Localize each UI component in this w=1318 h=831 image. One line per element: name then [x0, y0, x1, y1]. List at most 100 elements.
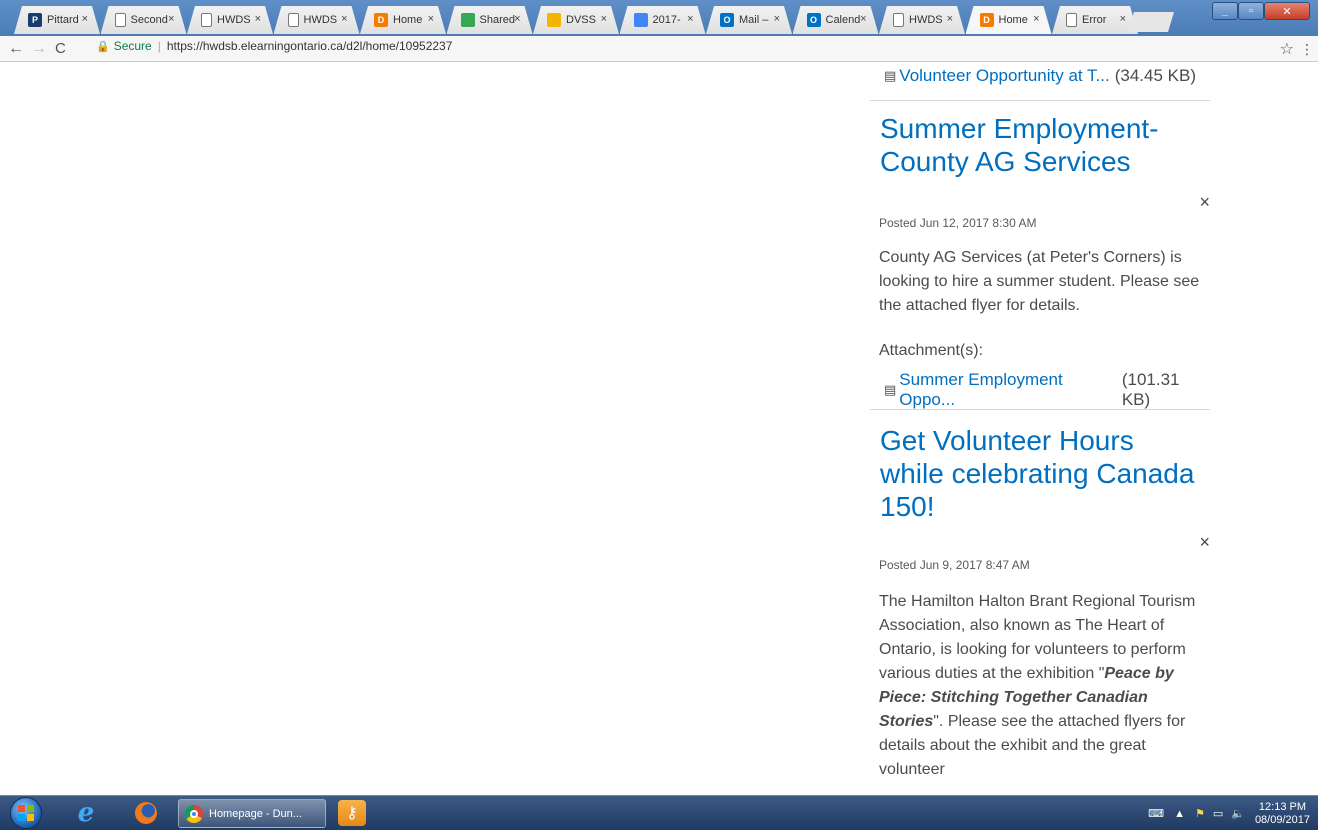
browser-tab[interactable]: HWDS ×: [187, 6, 273, 34]
tab-favicon-icon: [1066, 13, 1077, 27]
browser-tab[interactable]: Shared ×: [447, 6, 533, 34]
tab-close-icon[interactable]: ×: [774, 13, 780, 25]
tab-favicon-icon: [547, 13, 561, 27]
news-item-title[interactable]: Summer Employment- County AG Services: [880, 112, 1200, 178]
new-tab-button[interactable]: [1128, 12, 1174, 32]
security-label: Secure: [113, 39, 152, 53]
browser-tab[interactable]: Second ×: [101, 6, 187, 34]
close-window-button[interactable]: ✕: [1264, 2, 1310, 20]
dismiss-icon[interactable]: ×: [1199, 532, 1210, 553]
tab-title: Home: [393, 14, 423, 26]
dismiss-icon[interactable]: ×: [1199, 192, 1210, 213]
tab-title: Calend: [825, 14, 861, 26]
network-icon[interactable]: ▭: [1213, 807, 1223, 820]
tab-close-icon[interactable]: ×: [1120, 13, 1126, 25]
tab-title: Error: [1082, 14, 1107, 26]
posted-date: Posted Jun 9, 2017 8:47 AM: [879, 558, 1030, 572]
browser-toolbar: ← → C 🔒 Secure | https://hwdsb.elearning…: [0, 36, 1318, 62]
lock-icon: 🔒: [96, 40, 110, 53]
tab-title: Pittard: [47, 14, 79, 26]
browser-tab[interactable]: D Home ×: [966, 6, 1052, 34]
forward-icon[interactable]: →: [31, 40, 47, 58]
chrome-icon: [185, 804, 203, 823]
news-item: Summer Employment- County AG Services × …: [870, 112, 1210, 409]
address-bar[interactable]: 🔒 Secure | https://hwdsb.elearningontari…: [96, 39, 452, 53]
news-item: Get Volunteer Hours while celebrating Ca…: [870, 424, 1210, 778]
tab-close-icon[interactable]: ×: [860, 13, 866, 25]
system-tray: ⌨ ▲ ⚑ ▭ 🔈 12:13 PM 08/09/2017: [1148, 796, 1318, 831]
tab-title: HWDS: [303, 14, 338, 26]
tab-title: Home: [998, 14, 1028, 26]
browser-tab[interactable]: 2017- ×: [620, 6, 706, 34]
attachment-link[interactable]: Volunteer Opportunity at T...: [899, 66, 1109, 86]
internet-explorer-icon[interactable]: e: [72, 798, 100, 828]
tab-favicon-icon: D: [374, 13, 388, 27]
tab-close-icon[interactable]: ×: [82, 13, 88, 25]
taskbar-window-label: Homepage - Dun...: [209, 807, 302, 820]
keyboard-icon[interactable]: ⌨: [1148, 807, 1164, 820]
browser-tab[interactable]: HWDS ×: [274, 6, 360, 34]
clock[interactable]: 12:13 PM 08/09/2017: [1255, 801, 1310, 827]
attachment-size: (101.31 KB): [1121, 370, 1180, 409]
tab-favicon-icon: [201, 13, 212, 27]
browser-tab[interactable]: HWDS ×: [879, 6, 965, 34]
minimize-button[interactable]: _: [1212, 2, 1238, 20]
back-icon[interactable]: ←: [8, 40, 24, 58]
browser-tab[interactable]: P Pittard ×: [14, 6, 100, 34]
attachment-size: (34.45 KB): [1114, 66, 1196, 85]
browser-tab[interactable]: D Home ×: [360, 6, 446, 34]
clock-date: 08/09/2017: [1254, 813, 1310, 826]
tab-title: HWDS: [217, 14, 251, 26]
divider: [870, 409, 1210, 410]
tab-close-icon[interactable]: ×: [514, 13, 520, 25]
browser-tab[interactable]: O Calend ×: [793, 6, 879, 34]
tab-close-icon[interactable]: ×: [601, 13, 607, 25]
show-hidden-icons-icon[interactable]: ▲: [1174, 808, 1185, 820]
key-app-icon[interactable]: ⚷: [338, 800, 366, 826]
start-button[interactable]: [10, 797, 42, 829]
tab-close-icon[interactable]: ×: [168, 13, 174, 25]
tab-close-icon[interactable]: ×: [687, 13, 693, 25]
tab-title: 2017-: [652, 14, 681, 26]
tab-title: Mail –: [739, 14, 769, 26]
reload-icon[interactable]: C: [55, 40, 66, 57]
clock-time: 12:13 PM: [1258, 800, 1307, 813]
tab-title: Second: [130, 14, 168, 26]
maximize-button[interactable]: ▫: [1238, 2, 1264, 20]
browser-tab[interactable]: Error ×: [1052, 6, 1138, 34]
tab-title: HWDS: [909, 14, 943, 26]
tab-favicon-icon: [461, 13, 475, 27]
tab-favicon-icon: [893, 13, 904, 27]
taskbar: e Homepage - Dun... ⚷ ⌨ ▲ ⚑ ▭ 🔈 12:13 PM…: [0, 795, 1318, 830]
browser-tab[interactable]: DVSS ×: [533, 6, 619, 34]
tab-favicon-icon: [115, 13, 126, 27]
tab-close-icon[interactable]: ×: [947, 13, 953, 25]
tab-title: DVSS: [566, 14, 596, 26]
tab-close-icon[interactable]: ×: [341, 13, 347, 25]
menu-icon[interactable]: ⋮: [1300, 41, 1314, 58]
news-item-body: County AG Services (at Peter's Corners) …: [879, 249, 1200, 314]
tab-favicon-icon: D: [980, 13, 994, 27]
browser-tab[interactable]: O Mail – ×: [706, 6, 792, 34]
volume-icon[interactable]: 🔈: [1231, 807, 1245, 820]
firefox-icon[interactable]: [132, 800, 160, 826]
tab-title: Shared: [479, 14, 515, 26]
posted-date: Posted Jun 12, 2017 8:30 AM: [879, 216, 1037, 230]
tab-favicon-icon: O: [807, 13, 821, 27]
attachment-row: ▤ Summer Employment Oppo... (101.31 KB): [884, 370, 1210, 410]
browser-tab-strip: P Pittard × Second × HWDS × HWDS × D Home × Shared × D…: [0, 0, 1318, 36]
action-center-flag-icon[interactable]: ⚑: [1195, 807, 1205, 820]
bookmark-star-icon[interactable]: ☆: [1280, 39, 1294, 59]
tab-close-icon[interactable]: ×: [1033, 13, 1039, 25]
tab-close-icon[interactable]: ×: [255, 13, 261, 25]
news-item-title[interactable]: Get Volunteer Hours while celebrating Ca…: [880, 424, 1200, 523]
attachment-row: ▤ Volunteer Opportunity at T... (34.45 K…: [884, 66, 1196, 86]
address-separator: |: [157, 39, 161, 53]
tab-favicon-icon: O: [720, 13, 734, 27]
attachment-link[interactable]: Summer Employment Oppo...: [899, 370, 1117, 410]
tab-favicon-icon: [634, 13, 648, 27]
url-text[interactable]: https://hwdsb.elearningontario.ca/d2l/ho…: [167, 39, 453, 53]
tab-close-icon[interactable]: ×: [428, 13, 434, 25]
taskbar-chrome-window[interactable]: Homepage - Dun...: [178, 799, 326, 828]
file-icon: ▤: [884, 68, 897, 83]
